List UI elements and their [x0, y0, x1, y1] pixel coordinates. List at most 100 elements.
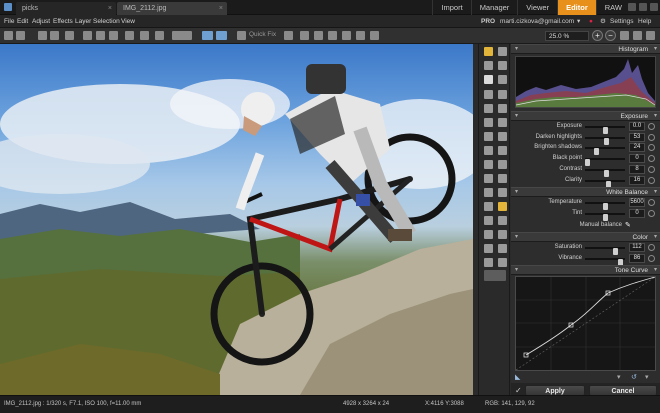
delete-icon[interactable]: [109, 31, 118, 40]
text-tool-icon[interactable]: [484, 188, 493, 197]
maximize-icon[interactable]: [639, 3, 647, 11]
settings-link[interactable]: Settings: [610, 15, 634, 28]
vibrance-slider[interactable]: [585, 257, 625, 266]
close-window-icon[interactable]: [650, 3, 658, 11]
fullscreen-icon[interactable]: [646, 31, 655, 40]
menu-file[interactable]: File: [4, 15, 14, 28]
heal-brush-icon[interactable]: [498, 132, 507, 141]
foreground-color-swatch[interactable]: [484, 270, 506, 281]
reset-icon[interactable]: [648, 199, 655, 206]
red-eye-icon[interactable]: [342, 31, 351, 40]
reset-icon[interactable]: [648, 133, 655, 141]
white-balance-header[interactable]: ▾ White Balance ▾: [511, 187, 660, 197]
open-icon[interactable]: [38, 31, 47, 40]
red-eye-tool-icon[interactable]: [484, 216, 493, 225]
gear-icon[interactable]: ⚙: [600, 15, 606, 28]
darken-highlights-slider[interactable]: [585, 136, 625, 145]
hand-tool-icon[interactable]: [484, 75, 493, 84]
line-tool-icon[interactable]: [484, 202, 493, 211]
eyedropper-icon[interactable]: [498, 75, 507, 84]
eraser-icon[interactable]: [498, 146, 507, 155]
collapse-icon[interactable]: ▾: [515, 45, 518, 54]
reset-icon[interactable]: [648, 144, 655, 152]
tone-curve-graph[interactable]: [515, 276, 656, 371]
menu-view[interactable]: View: [121, 15, 135, 28]
shape-tool-icon[interactable]: [498, 188, 507, 197]
zoom-in-icon[interactable]: +: [592, 30, 603, 41]
brighten-shadows-value[interactable]: 24: [629, 143, 645, 153]
menu-effects[interactable]: Effects: [53, 15, 73, 28]
crop-tool-icon[interactable]: [484, 61, 493, 70]
tab-picks[interactable]: picks ×: [16, 2, 116, 15]
image-canvas[interactable]: [0, 44, 473, 395]
options-icon[interactable]: ▾: [645, 373, 649, 381]
sharpen-icon[interactable]: [498, 230, 507, 239]
tab-image[interactable]: IMG_2112.jpg ×: [117, 2, 227, 15]
menu-icon[interactable]: ▾: [654, 45, 657, 54]
magic-wand-icon[interactable]: [237, 31, 246, 40]
enhance-icon[interactable]: [284, 31, 293, 40]
zoom-tool-icon[interactable]: [498, 61, 507, 70]
heal-icon[interactable]: [356, 31, 365, 40]
reset-icon[interactable]: [648, 244, 655, 251]
tone-curve-header[interactable]: ▾ Tone Curve ▾: [511, 265, 660, 275]
reset-icon[interactable]: [648, 254, 655, 262]
vibrance-value[interactable]: 86: [629, 253, 645, 263]
back-icon[interactable]: [4, 31, 13, 40]
clarity-slider[interactable]: [585, 179, 625, 188]
resize-icon[interactable]: [328, 31, 337, 40]
tint-value[interactable]: 0: [629, 208, 645, 218]
account-email[interactable]: marti.cizkova@gmail.com: [500, 15, 574, 28]
select-ellipse-icon[interactable]: [498, 90, 507, 99]
mode-raw[interactable]: RAW: [595, 0, 630, 15]
color-replace-icon[interactable]: [484, 244, 493, 253]
paste-icon[interactable]: [96, 31, 105, 40]
redo-icon[interactable]: [140, 31, 149, 40]
temperature-slider[interactable]: [585, 202, 625, 210]
saturation-value[interactable]: 112: [629, 243, 645, 252]
reset-icon[interactable]: [648, 176, 655, 184]
fill-icon[interactable]: [484, 160, 493, 169]
exposure-header[interactable]: ▾ Exposure ▾: [511, 111, 660, 121]
view-single-icon[interactable]: [202, 31, 213, 40]
rotate-left-icon[interactable]: [155, 31, 164, 40]
blur-icon[interactable]: [484, 230, 493, 239]
levels-icon[interactable]: [484, 258, 493, 267]
save-preset-icon[interactable]: ▾: [617, 373, 621, 381]
layers-icon[interactable]: [498, 47, 507, 56]
help-link[interactable]: Help: [638, 15, 651, 28]
exposure-value[interactable]: 0.0: [629, 122, 645, 131]
contrast-slider[interactable]: [585, 168, 625, 177]
zoom-select[interactable]: 25.0 %: [545, 31, 589, 41]
straighten-icon[interactable]: [314, 31, 323, 40]
burn-icon[interactable]: [498, 174, 507, 183]
curve-mode-icon[interactable]: ◣: [515, 373, 520, 381]
tint-slider[interactable]: [585, 212, 625, 221]
collapse-icon[interactable]: ▾: [515, 188, 518, 197]
black-point-value[interactable]: 0: [629, 154, 645, 164]
menu-selection[interactable]: Selection: [93, 15, 120, 28]
manual-balance[interactable]: Manual balance ✎: [511, 221, 660, 231]
move-icon[interactable]: [484, 118, 493, 127]
actual-size-icon[interactable]: [633, 31, 642, 40]
gradient-icon[interactable]: [498, 160, 507, 169]
notification-icon[interactable]: ●: [589, 15, 593, 28]
eyedropper-icon[interactable]: ✎: [625, 221, 633, 229]
temperature-value[interactable]: 5600: [629, 198, 645, 207]
reset-curve-icon[interactable]: ↺: [631, 373, 637, 381]
compare-icon[interactable]: [172, 31, 192, 40]
menu-edit[interactable]: Edit: [17, 15, 28, 28]
reset-icon[interactable]: [648, 155, 655, 163]
smudge-icon[interactable]: [498, 216, 507, 225]
minimize-icon[interactable]: [628, 3, 636, 11]
mode-viewer[interactable]: Viewer: [517, 0, 557, 15]
reset-icon[interactable]: [648, 209, 655, 217]
close-tab-icon[interactable]: ×: [108, 2, 112, 15]
cart-icon[interactable]: ▾: [577, 15, 580, 28]
magic-select-icon[interactable]: [498, 104, 507, 113]
menu-layer[interactable]: Layer: [75, 15, 91, 28]
lightning-icon[interactable]: [484, 47, 493, 56]
close-tab-icon[interactable]: ×: [219, 2, 223, 15]
exposure-slider[interactable]: [585, 126, 625, 134]
brush-icon[interactable]: [484, 146, 493, 155]
